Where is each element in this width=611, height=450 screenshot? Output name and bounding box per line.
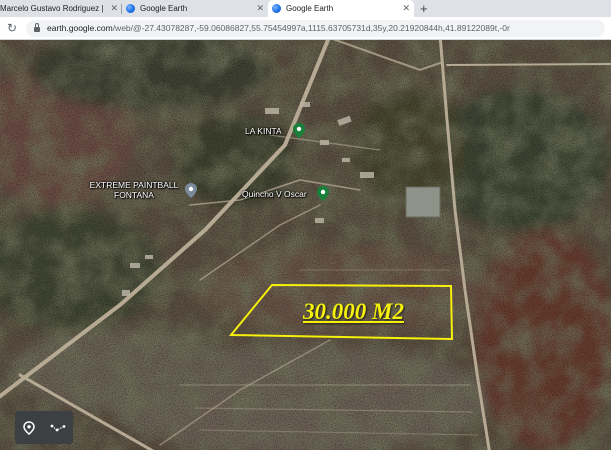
- map-pin-icon[interactable]: [22, 420, 35, 435]
- browser-toolbar: ↻ earth.google.com/web/@-27.43078287,-59…: [0, 17, 611, 40]
- place-label-paintball[interactable]: EXTREME PAINTBALL FONTANA: [86, 180, 182, 200]
- tab-google-earth-1[interactable]: Google Earth ✕: [122, 0, 268, 17]
- area-annotation: 30.000 M2: [303, 299, 404, 324]
- close-icon[interactable]: ✕: [110, 3, 118, 14]
- lock-icon[interactable]: [34, 23, 40, 32]
- google-earth-favicon-icon: [126, 4, 135, 13]
- tab-label: Marcelo Gustavo Rodriguez |: [0, 4, 104, 13]
- place-label-quincho[interactable]: Quincho V Oscar: [242, 189, 307, 199]
- satellite-map-view[interactable]: LA KINTA EXTREME PAINTBALL FONTANA Quinc…: [0, 40, 611, 450]
- place-label-la-kinta[interactable]: LA KINTA: [245, 126, 282, 136]
- ruler-path-icon[interactable]: [50, 423, 66, 433]
- url-host: earth.google.com: [47, 23, 113, 33]
- reload-icon[interactable]: ↻: [2, 21, 22, 35]
- url-path: /web/@-27.43078287,-59.06086827,55.75454…: [112, 23, 510, 33]
- address-bar[interactable]: earth.google.com/web/@-27.43078287,-59.0…: [26, 19, 605, 37]
- place-label-line: EXTREME PAINTBALL: [89, 180, 179, 190]
- close-icon[interactable]: ✕: [256, 3, 264, 14]
- map-controls: [15, 411, 73, 444]
- place-label-line: FONTANA: [114, 190, 154, 200]
- park-pin-icon[interactable]: [317, 186, 329, 201]
- google-earth-favicon-icon: [272, 4, 281, 13]
- tab-label: Google Earth: [286, 4, 334, 13]
- new-tab-button[interactable]: +: [420, 0, 428, 17]
- tab-marcelo[interactable]: Marcelo Gustavo Rodriguez | ✕: [0, 0, 122, 17]
- browser-tab-strip: Marcelo Gustavo Rodriguez | ✕ Google Ear…: [0, 0, 611, 17]
- place-pin-icon[interactable]: [185, 183, 197, 198]
- close-icon[interactable]: ✕: [402, 3, 410, 14]
- satellite-imagery: [0, 40, 611, 450]
- park-pin-icon[interactable]: [293, 123, 305, 138]
- tab-label: Google Earth: [140, 4, 188, 13]
- tab-google-earth-active[interactable]: Google Earth ✕: [268, 0, 414, 17]
